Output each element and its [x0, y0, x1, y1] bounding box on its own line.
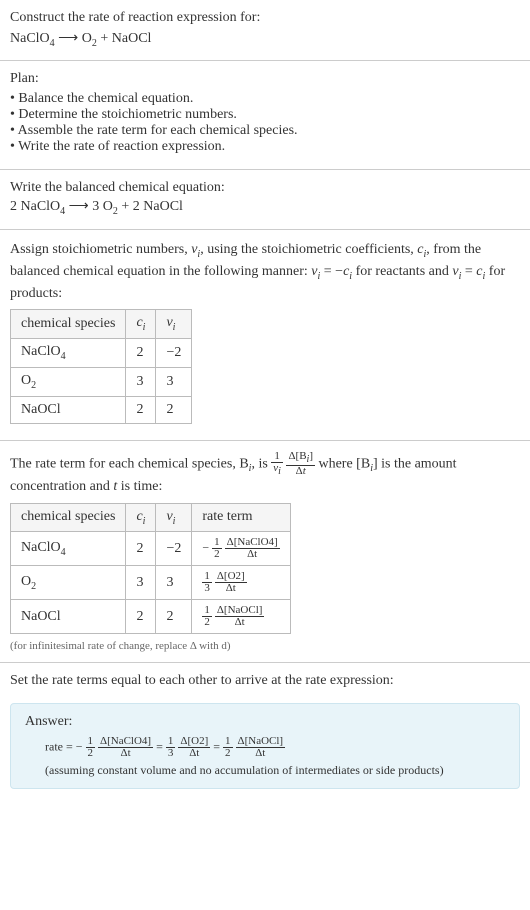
text: where [B [318, 456, 370, 471]
cell-vi: 2 [156, 396, 192, 423]
prompt-equation: NaClO4 ⟶ O2 + NaOCl [10, 28, 520, 51]
plan-item: Write the rate of reaction expression. [10, 139, 520, 155]
divider [0, 662, 530, 663]
balanced-heading: Write the balanced chemical equation: [10, 180, 520, 196]
table-header-row: chemical species ci νi [11, 310, 192, 339]
coef-frac: 13 [166, 736, 176, 759]
stoich-section: Assign stoichiometric numbers, νi, using… [0, 232, 530, 438]
delta-frac: Δ[O2]Δt [178, 736, 210, 759]
prompt-title: Construct the rate of reaction expressio… [10, 8, 520, 28]
divider [0, 169, 530, 170]
rateterm-note: (for infinitesimal rate of change, repla… [10, 640, 520, 652]
table-row: NaClO4 2 −2 [11, 339, 192, 368]
plan-heading: Plan: [10, 71, 520, 87]
delta-frac: Δ[NaClO4]Δt [98, 736, 153, 759]
answer-label: Answer: [25, 714, 505, 730]
table-row: NaClO4 2 −2 − 12 Δ[NaClO4]Δt [11, 532, 291, 566]
cell-species: O2 [11, 566, 126, 600]
cell-vi: 3 [156, 566, 192, 600]
col-species: chemical species [11, 503, 126, 532]
cell-species: O2 [11, 367, 126, 396]
frac-dBi-dt: Δ[Bi]Δt [286, 451, 315, 477]
coef-frac: 12 [223, 736, 233, 759]
final-heading: Set the rate terms equal to each other t… [10, 673, 520, 689]
text: , is [251, 456, 271, 471]
col-ci: ci [126, 503, 156, 532]
cell-rate-term: − 12 Δ[NaClO4]Δt [192, 532, 290, 566]
cell-vi: −2 [156, 339, 192, 368]
divider [0, 60, 530, 61]
coef-frac: 12 [212, 537, 222, 560]
cell-ci: 3 [126, 566, 156, 600]
answer-box: Answer: rate = − 12 Δ[NaClO4]Δt = 13 Δ[O… [10, 703, 520, 789]
cell-vi: −2 [156, 532, 192, 566]
cell-species: NaClO4 [11, 532, 126, 566]
plan-list: Balance the chemical equation. Determine… [10, 91, 520, 155]
divider [0, 440, 530, 441]
cell-ci: 3 [126, 367, 156, 396]
plan-item: Assemble the rate term for each chemical… [10, 123, 520, 139]
sign: − [202, 541, 209, 555]
divider [0, 229, 530, 230]
plan-item: Determine the stoichiometric numbers. [10, 107, 520, 123]
col-vi: νi [156, 310, 192, 339]
delta-frac: Δ[NaClO4]Δt [225, 537, 280, 560]
plan-section: Plan: Balance the chemical equation. Det… [0, 63, 530, 167]
cell-ci: 2 [126, 339, 156, 368]
plan-item: Balance the chemical equation. [10, 91, 520, 107]
cell-species: NaOCl [11, 396, 126, 423]
cell-vi: 3 [156, 367, 192, 396]
cell-rate-term: 12 Δ[NaOCl]Δt [192, 600, 290, 634]
delta-frac: Δ[NaOCl]Δt [236, 736, 286, 759]
balanced-section: Write the balanced chemical equation: 2 … [0, 172, 530, 227]
cell-ci: 2 [126, 396, 156, 423]
rateterm-section: The rate term for each chemical species,… [0, 443, 530, 661]
coef-frac: 13 [202, 571, 212, 594]
col-vi: νi [156, 503, 192, 532]
table-row: O2 3 3 13 Δ[O2]Δt [11, 566, 291, 600]
coef-frac: 12 [202, 605, 212, 628]
rate-prefix: rate = [45, 740, 76, 754]
delta-frac: Δ[NaOCl]Δt [215, 605, 265, 628]
cell-species: NaClO4 [11, 339, 126, 368]
text: The rate term for each chemical species,… [10, 456, 249, 471]
delta-frac: Δ[O2]Δt [215, 571, 247, 594]
rateterm-intro: The rate term for each chemical species,… [10, 451, 520, 497]
cell-ci: 2 [126, 532, 156, 566]
balanced-equation: 2 NaClO4 ⟶ 3 O2 + 2 NaOCl [10, 196, 520, 219]
text: is time: [117, 479, 162, 494]
col-rate-term: rate term [192, 503, 290, 532]
col-species: chemical species [11, 310, 126, 339]
cell-rate-term: 13 Δ[O2]Δt [192, 566, 290, 600]
answer-note: (assuming constant volume and no accumul… [25, 763, 505, 778]
stoich-table: chemical species ci νi NaClO4 2 −2 O2 3 … [10, 309, 192, 423]
prompt-section: Construct the rate of reaction expressio… [0, 0, 530, 58]
table-header-row: chemical species ci νi rate term [11, 503, 291, 532]
stoich-intro: Assign stoichiometric numbers, νi, using… [10, 240, 520, 303]
table-row: O2 3 3 [11, 367, 192, 396]
cell-ci: 2 [126, 600, 156, 634]
coef-frac: 12 [86, 736, 96, 759]
rateterm-table: chemical species ci νi rate term NaClO4 … [10, 503, 291, 635]
frac-one-over-vi: 1νi [271, 451, 283, 477]
table-row: NaOCl 2 2 12 Δ[NaOCl]Δt [11, 600, 291, 634]
col-ci: ci [126, 310, 156, 339]
cell-species: NaOCl [11, 600, 126, 634]
answer-expression: rate = − 12 Δ[NaClO4]Δt = 13 Δ[O2]Δt = 1… [25, 736, 505, 759]
final-section: Set the rate terms equal to each other t… [0, 665, 530, 697]
sign: − [76, 740, 83, 754]
cell-vi: 2 [156, 600, 192, 634]
table-row: NaOCl 2 2 [11, 396, 192, 423]
